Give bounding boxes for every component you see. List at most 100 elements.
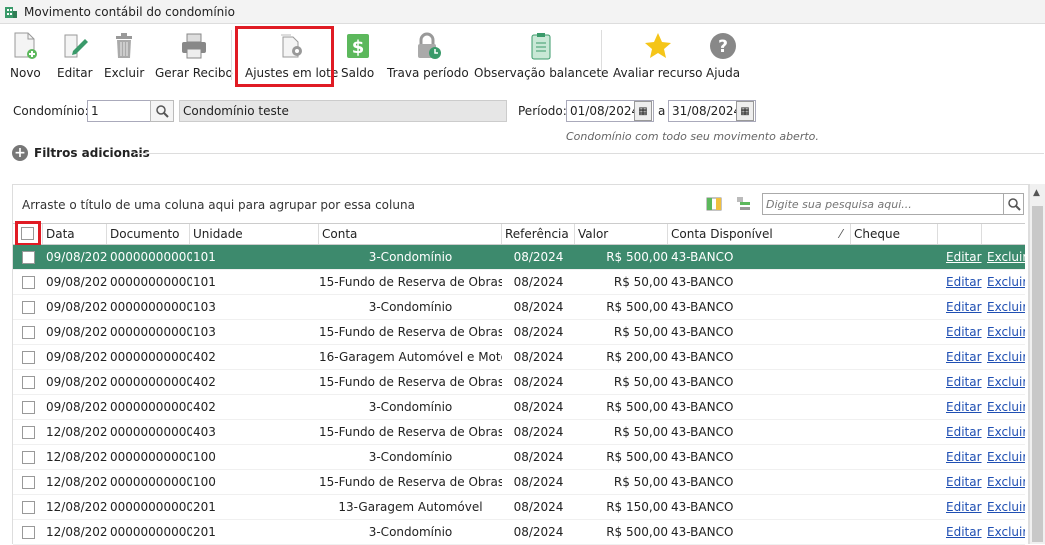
- ajuda-button[interactable]: ? Ajuda: [706, 30, 740, 86]
- cell-documento: 000000000000...: [110, 375, 192, 389]
- header-unidade[interactable]: Unidade: [190, 224, 319, 244]
- row-checkbox[interactable]: [22, 401, 35, 414]
- building-icon: [5, 6, 17, 18]
- cell-unidade: 100: [193, 475, 216, 489]
- table-row[interactable]: 09/08/2024000000000000...103 15-Fundo de …: [13, 320, 1025, 345]
- header-valor[interactable]: Valor: [575, 224, 668, 244]
- vertical-scrollbar[interactable]: ▲: [1029, 184, 1045, 544]
- row-checkbox[interactable]: [22, 501, 35, 514]
- edit-link[interactable]: Editar: [946, 520, 982, 545]
- table-row[interactable]: 09/08/2024000000000000...103 3-Condomínio…: [13, 295, 1025, 320]
- calendar-icon[interactable]: ▦: [736, 101, 754, 121]
- new-document-icon: [10, 30, 40, 62]
- header-cheque[interactable]: Cheque: [851, 224, 938, 244]
- delete-link[interactable]: Excluir: [987, 295, 1025, 320]
- observacao-balancete-button[interactable]: Observação balancete: [474, 30, 609, 86]
- cell-data: 12/08/2024: [46, 500, 108, 514]
- cell-data: 12/08/2024: [46, 450, 108, 464]
- delete-link[interactable]: Excluir: [987, 495, 1025, 520]
- row-checkbox[interactable]: [22, 351, 35, 364]
- periodo-separator: a: [658, 104, 666, 118]
- cell-conta-disponivel: 43-BANCO: [671, 475, 734, 489]
- columns-chooser-icon[interactable]: [706, 196, 722, 212]
- row-checkbox[interactable]: [22, 276, 35, 289]
- table-row[interactable]: 09/08/2024000000000000...402 16-Garagem A…: [13, 345, 1025, 370]
- table-row[interactable]: 09/08/2024000000000000...402 15-Fundo de …: [13, 370, 1025, 395]
- edit-link[interactable]: Editar: [946, 445, 982, 470]
- edit-link[interactable]: Editar: [946, 420, 982, 445]
- header-data[interactable]: Data: [43, 224, 107, 244]
- table-row[interactable]: 12/08/2024000000000000...100 3-Condomínio…: [13, 445, 1025, 470]
- scroll-up-icon[interactable]: ▲: [1033, 188, 1040, 198]
- svg-text:$: $: [351, 37, 364, 58]
- delete-link[interactable]: Excluir: [987, 395, 1025, 420]
- row-checkbox[interactable]: [22, 326, 35, 339]
- cell-documento: 000000000000...: [110, 400, 192, 414]
- row-checkbox[interactable]: [22, 426, 35, 439]
- table-row[interactable]: 09/08/2024000000000000...402 3-Condomínio…: [13, 395, 1025, 420]
- saldo-button[interactable]: $ Saldo: [341, 30, 374, 86]
- row-checkbox[interactable]: [22, 451, 35, 464]
- row-checkbox[interactable]: [22, 251, 35, 264]
- condominio-code-field[interactable]: 1: [87, 100, 151, 122]
- delete-link[interactable]: Excluir: [987, 345, 1025, 370]
- cell-conta-disponivel: 43-BANCO: [671, 250, 734, 264]
- header-conta-disponivel[interactable]: Conta Disponível ⁄: [668, 224, 851, 244]
- table-row[interactable]: 09/08/2024000000000000...101 15-Fundo de …: [13, 270, 1025, 295]
- table-row[interactable]: 12/08/2024000000000000...100 15-Fundo de …: [13, 470, 1025, 495]
- edit-link[interactable]: Editar: [946, 245, 982, 270]
- cell-referencia: 08/2024: [513, 325, 564, 339]
- cell-documento: 000000000000...: [110, 475, 192, 489]
- grid-search-button[interactable]: [1003, 194, 1023, 214]
- cell-cheque: [854, 345, 938, 370]
- title-bar: Movimento contábil do condomínio: [0, 0, 1045, 24]
- cell-conta: 3-Condomínio: [368, 450, 453, 464]
- header-documento[interactable]: Documento: [107, 224, 190, 244]
- printer-icon: [179, 30, 209, 62]
- table-row[interactable]: 09/08/2024000000000000...101 3-Condomínio…: [13, 245, 1025, 270]
- delete-link[interactable]: Excluir: [987, 520, 1025, 545]
- delete-link[interactable]: Excluir: [987, 270, 1025, 295]
- edit-link[interactable]: Editar: [946, 320, 982, 345]
- row-checkbox[interactable]: [22, 526, 35, 539]
- delete-link[interactable]: Excluir: [987, 445, 1025, 470]
- edit-link[interactable]: Editar: [946, 370, 982, 395]
- table-row[interactable]: 12/08/2024000000000000...403 15-Fundo de …: [13, 420, 1025, 445]
- periodo-label: Período:: [518, 104, 567, 118]
- avaliar-recurso-button[interactable]: Avaliar recurso: [613, 30, 703, 86]
- row-checkbox[interactable]: [22, 376, 35, 389]
- delete-link[interactable]: Excluir: [987, 420, 1025, 445]
- filtros-adicionais-toggle[interactable]: + Filtros adicionais: [12, 145, 150, 161]
- edit-link[interactable]: Editar: [946, 345, 982, 370]
- delete-link[interactable]: Excluir: [987, 320, 1025, 345]
- header-referencia[interactable]: Referência: [502, 224, 575, 244]
- cell-conta-disponivel: 43-BANCO: [671, 525, 734, 539]
- delete-link[interactable]: Excluir: [987, 370, 1025, 395]
- table-row[interactable]: 12/08/2024000000000000...201 13-Garagem A…: [13, 495, 1025, 520]
- grid-search-input[interactable]: [763, 194, 1001, 214]
- excluir-button[interactable]: Excluir: [104, 30, 144, 86]
- trava-periodo-button[interactable]: Trava período: [387, 30, 469, 86]
- calendar-icon[interactable]: ▦: [634, 101, 652, 121]
- edit-link[interactable]: Editar: [946, 495, 982, 520]
- search-condominio-button[interactable]: [150, 100, 174, 122]
- table-row[interactable]: 12/08/2024000000000000...201 3-Condomínio…: [13, 520, 1025, 545]
- edit-link[interactable]: Editar: [946, 395, 982, 420]
- row-checkbox[interactable]: [22, 301, 35, 314]
- edit-link[interactable]: Editar: [946, 295, 982, 320]
- edit-link[interactable]: Editar: [946, 270, 982, 295]
- header-conta[interactable]: Conta: [319, 224, 502, 244]
- delete-link[interactable]: Excluir: [987, 245, 1025, 270]
- edit-link[interactable]: Editar: [946, 470, 982, 495]
- cell-conta: 15-Fundo de Reserva de Obras: [319, 375, 502, 389]
- novo-button[interactable]: Novo: [10, 30, 41, 86]
- group-panel-icon[interactable]: [736, 196, 752, 212]
- delete-link[interactable]: Excluir: [987, 470, 1025, 495]
- dollar-icon: $: [343, 30, 373, 62]
- row-checkbox[interactable]: [22, 476, 35, 489]
- editar-button[interactable]: Editar: [57, 30, 93, 86]
- grid-search: [762, 193, 1024, 215]
- star-icon: [643, 30, 673, 62]
- gerar-recibo-button[interactable]: Gerar Recibo: [155, 30, 233, 86]
- scrollbar-thumb[interactable]: [1032, 206, 1043, 542]
